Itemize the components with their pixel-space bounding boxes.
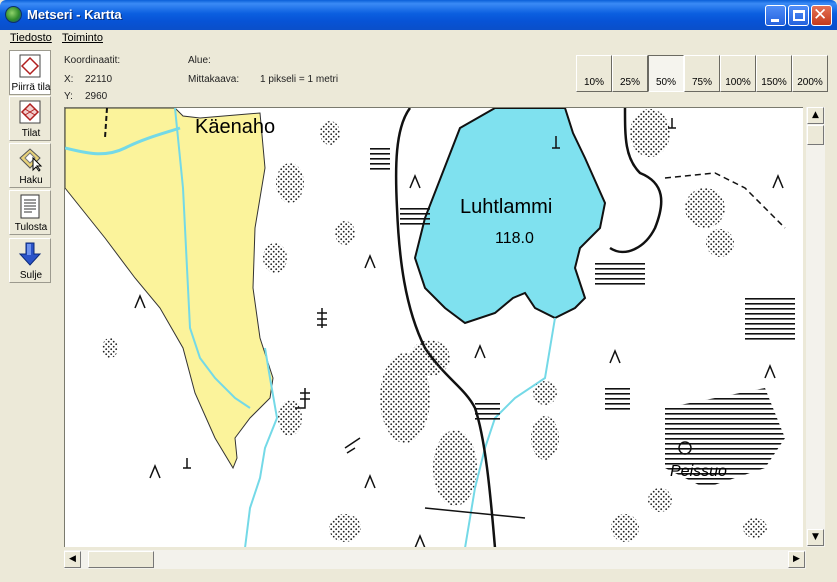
maximize-button[interactable] — [788, 5, 809, 26]
scale-value: 1 pikseli = 1 metri — [260, 74, 339, 85]
swamp-hatch — [605, 388, 630, 410]
swamp-hatch — [400, 208, 430, 226]
forest-patch — [531, 416, 559, 460]
areas-icon — [19, 100, 41, 124]
map-view[interactable]: Käenaho Luhtlammi 118.0 Peissuo — [64, 107, 803, 547]
forest-patch — [102, 338, 118, 358]
map-canvas[interactable]: Käenaho Luhtlammi 118.0 Peissuo — [65, 108, 803, 547]
zoom-25-button[interactable]: 25% — [612, 55, 648, 92]
forest-patch — [320, 121, 340, 145]
forest-patch — [685, 188, 725, 228]
print-icon — [20, 194, 40, 219]
zoom-50-button[interactable]: 50% — [648, 55, 684, 92]
minimize-icon — [771, 19, 779, 22]
swamp-name-label: Peissuo — [670, 463, 727, 480]
swamp-hatch — [595, 263, 645, 288]
zoom-10-button[interactable]: 10% — [576, 55, 612, 92]
y-value: 2960 — [85, 91, 108, 102]
scroll-right-button[interactable]: ▶ — [788, 551, 805, 568]
forest-patch — [263, 243, 287, 273]
tool-label: Tulosta — [14, 222, 48, 233]
tool-search[interactable]: Haku — [9, 143, 51, 188]
lake-elevation-label: 118.0 — [495, 230, 534, 247]
minimize-button[interactable] — [765, 5, 786, 26]
tool-label: Piirrä tila — [11, 82, 51, 93]
x-label: X: — [64, 74, 74, 85]
forest-patch — [335, 221, 355, 245]
coordinates-label: Koordinaatit: — [64, 55, 121, 66]
menu-item-action[interactable]: Toiminto — [62, 32, 103, 44]
zoom-75-button[interactable]: 75% — [684, 55, 720, 92]
swamp-hatch — [370, 148, 390, 170]
track-line — [424, 507, 526, 519]
search-icon — [19, 148, 43, 172]
close-arrow-icon — [18, 242, 42, 266]
horizontal-scroll-thumb[interactable] — [88, 551, 154, 568]
area-label: Alue: — [188, 55, 211, 66]
forest-patch — [648, 488, 672, 512]
swamp-hatch — [475, 403, 500, 423]
tool-areas[interactable]: Tilat — [9, 96, 51, 141]
menu-bar: Tiedosto Toiminto — [0, 30, 837, 48]
forest-patch — [276, 163, 304, 203]
scroll-down-button[interactable]: ▼ — [807, 529, 824, 546]
tool-label: Sulje — [19, 270, 43, 281]
zoom-100-button[interactable]: 100% — [720, 55, 756, 92]
place-label-kaenaho: Käenaho — [195, 116, 275, 138]
close-icon: ✕ — [813, 5, 828, 25]
forest-patch — [410, 340, 450, 376]
globe-icon — [5, 6, 22, 23]
y-label: Y: — [64, 91, 73, 102]
forest-patch — [611, 514, 639, 542]
track-line — [664, 172, 786, 229]
tool-print[interactable]: Tulosta — [9, 190, 51, 235]
scroll-up-button[interactable]: ▲ — [807, 107, 824, 124]
maximize-icon — [793, 10, 805, 21]
scroll-left-button[interactable]: ◀ — [64, 551, 81, 568]
zoom-200-button[interactable]: 200% — [792, 55, 828, 92]
forest-patch — [433, 430, 477, 506]
vertical-scrollbar[interactable]: ▲ ▼ — [806, 107, 825, 547]
draw-area-icon — [19, 54, 41, 78]
horizontal-scrollbar[interactable]: ◀ ▶ — [64, 550, 806, 569]
scale-label: Mittakaava: — [188, 74, 240, 85]
forest-patch — [329, 514, 361, 542]
lake-name-label: Luhtlammi — [460, 196, 552, 218]
window-title: Metseri - Kartta — [27, 7, 122, 22]
vertical-scroll-thumb[interactable] — [807, 125, 824, 145]
forest-patch — [630, 109, 670, 157]
forest-patch — [706, 229, 734, 257]
forest-patch — [743, 518, 767, 538]
swamp-hatch — [745, 298, 795, 343]
menu-item-file[interactable]: Tiedosto — [10, 32, 52, 44]
field-area — [65, 108, 274, 470]
x-value: 22110 — [85, 74, 113, 85]
close-button[interactable]: ✕ — [811, 5, 832, 26]
zoom-150-button[interactable]: 150% — [756, 55, 792, 92]
title-bar[interactable]: Metseri - Kartta ✕ — [0, 0, 837, 30]
tool-label: Tilat — [21, 128, 41, 139]
tool-label: Haku — [19, 175, 43, 186]
app-window: Metseri - Kartta ✕ Tiedosto Toiminto Pii… — [0, 0, 837, 582]
tool-close[interactable]: Sulje — [9, 238, 51, 283]
forest-patch — [533, 381, 557, 405]
tool-draw-area[interactable]: Piirrä tila — [9, 50, 51, 95]
forest-patch — [278, 400, 302, 436]
